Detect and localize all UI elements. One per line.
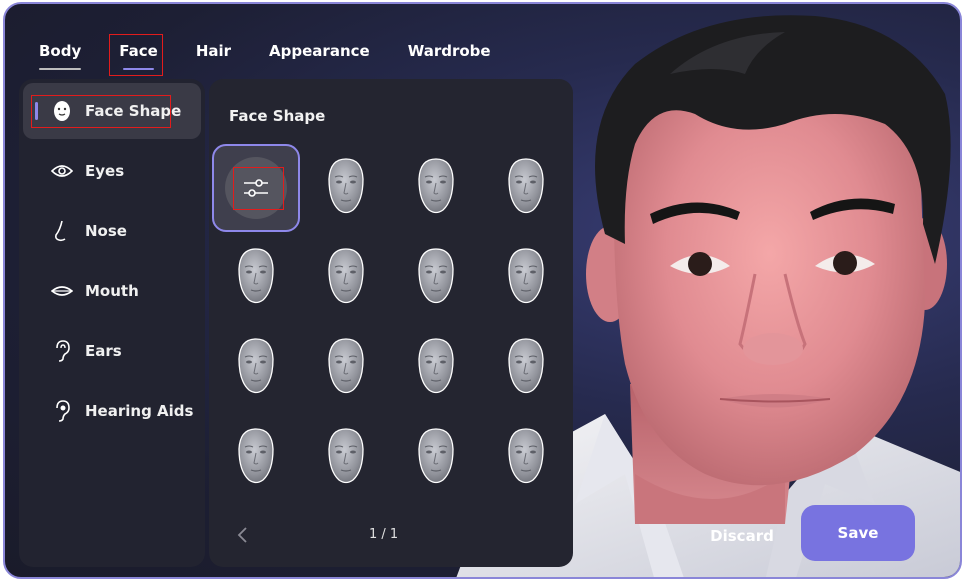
face-shape-icon <box>417 427 455 489</box>
tab-wardrobe-label: Wardrobe <box>407 42 491 60</box>
face-shape-panel: Face Shape 1 / 1 <box>209 79 573 567</box>
face-shape-icon <box>327 337 365 399</box>
face-shape-icon <box>507 337 545 399</box>
face-shape-option[interactable] <box>392 234 480 322</box>
face-shape-option[interactable] <box>392 144 480 232</box>
category-face-shape[interactable]: Face Shape <box>23 83 201 139</box>
face-shape-icon <box>237 247 275 309</box>
face-shape-option[interactable] <box>212 414 300 502</box>
tab-body-label: Body <box>39 42 82 60</box>
tab-underline <box>39 68 82 70</box>
category-label: Nose <box>85 222 127 240</box>
chevron-left-icon[interactable] <box>233 525 253 545</box>
tab-wardrobe[interactable]: Wardrobe <box>398 34 501 70</box>
discard-button[interactable]: Discard <box>701 522 783 550</box>
category-label: Mouth <box>85 282 139 300</box>
hearing-aid-icon <box>51 400 73 422</box>
face-shape-option[interactable] <box>392 324 480 412</box>
face-shape-icon <box>237 337 275 399</box>
highlight-box <box>109 34 164 76</box>
category-label: Ears <box>85 342 122 360</box>
tab-appearance-label: Appearance <box>269 42 370 60</box>
face-shape-icon <box>417 157 455 219</box>
face-shape-icon <box>507 427 545 489</box>
highlight-box <box>233 167 284 210</box>
category-list: Face Shape Eyes Nose Mouth Ears Hearing … <box>19 79 205 567</box>
category-eyes[interactable]: Eyes <box>23 143 201 199</box>
face-shape-icon <box>327 427 365 489</box>
category-label: Hearing Aids <box>85 402 194 420</box>
face-shape-option[interactable] <box>212 234 300 322</box>
custom-face-shape-cell[interactable] <box>212 144 300 232</box>
face-shape-option[interactable] <box>212 324 300 412</box>
face-shape-option[interactable] <box>302 144 390 232</box>
face-shape-icon <box>417 247 455 309</box>
tab-face[interactable]: Face <box>109 34 168 76</box>
highlight-box <box>31 95 171 128</box>
face-shape-option[interactable] <box>482 414 570 502</box>
tab-appearance[interactable]: Appearance <box>259 34 380 70</box>
ear-icon <box>51 340 73 362</box>
tab-body[interactable]: Body <box>29 34 91 70</box>
face-shape-option[interactable] <box>302 234 390 322</box>
avatar-editor-window: Body Face Hair Appearance Wardrobe Face … <box>3 2 962 579</box>
nose-icon <box>51 220 73 242</box>
face-shape-option[interactable] <box>482 324 570 412</box>
top-nav: Body Face Hair Appearance Wardrobe <box>29 34 519 78</box>
face-shape-option[interactable] <box>302 414 390 502</box>
mouth-icon <box>51 280 73 302</box>
face-shape-icon <box>327 157 365 219</box>
face-shape-option[interactable] <box>482 234 570 322</box>
face-shape-icon <box>327 247 365 309</box>
face-shape-option[interactable] <box>392 414 480 502</box>
face-shape-option[interactable] <box>302 324 390 412</box>
save-button[interactable]: Save <box>801 505 915 561</box>
category-label: Eyes <box>85 162 125 180</box>
face-shape-option[interactable] <box>482 144 570 232</box>
panel-title: Face Shape <box>229 107 326 125</box>
category-ears[interactable]: Ears <box>23 323 201 379</box>
face-shape-icon <box>237 427 275 489</box>
face-shape-icon <box>417 337 455 399</box>
page-indicator: 1 / 1 <box>369 527 399 542</box>
tab-hair-label: Hair <box>195 42 232 60</box>
tab-hair[interactable]: Hair <box>186 34 241 70</box>
eye-icon <box>51 160 73 182</box>
category-nose[interactable]: Nose <box>23 203 201 259</box>
category-mouth[interactable]: Mouth <box>23 263 201 319</box>
category-hearing-aids[interactable]: Hearing Aids <box>23 383 201 439</box>
face-shape-icon <box>507 157 545 219</box>
face-shape-icon <box>507 247 545 309</box>
